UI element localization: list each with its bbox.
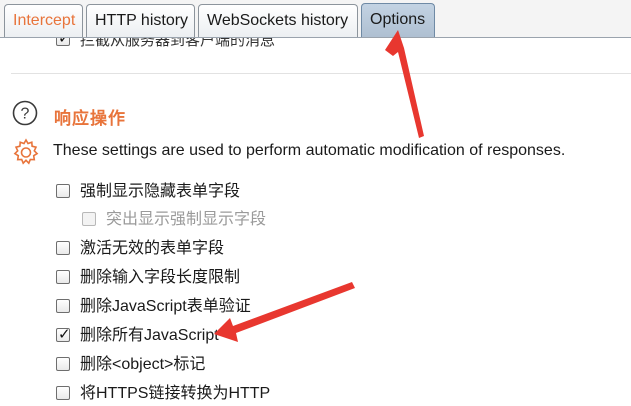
option-label: 强制显示隐藏表单字段 (80, 183, 241, 200)
option-label: 激活无效的表单字段 (80, 240, 225, 257)
option-label: 删除所有JavaScript (80, 327, 219, 344)
checkmark-icon: ✓ (58, 38, 71, 47)
checkbox (82, 212, 96, 226)
option-label: 删除<object>标记 (80, 356, 206, 373)
section-divider (11, 73, 631, 74)
help-icon[interactable]: ? (12, 100, 38, 126)
svg-text:?: ? (21, 106, 30, 123)
option-label: 删除JavaScript表单验证 (80, 298, 251, 315)
option-label: 将HTTPS链接转换为HTTP (80, 385, 271, 402)
option-intercept-server-responses[interactable]: ✓ 拦截从服务器到客户端的消息 (56, 38, 356, 52)
tab-intercept[interactable]: Intercept (4, 4, 83, 37)
gear-icon[interactable] (11, 137, 41, 167)
tab-options[interactable]: Options (361, 3, 435, 38)
option-label: 拦截从服务器到客户端的消息 (80, 38, 276, 49)
checkbox[interactable] (56, 299, 70, 313)
section-title: 响应操作 (54, 109, 126, 128)
checkmark-icon: ✓ (58, 326, 71, 343)
checkbox[interactable] (56, 184, 70, 198)
tab-http-history[interactable]: HTTP history (86, 4, 195, 37)
option-label: 突出显示强制显示字段 (106, 211, 267, 228)
checkbox[interactable] (56, 270, 70, 284)
checkbox[interactable]: ✓ (56, 326, 71, 343)
checkbox[interactable]: ✓ (56, 38, 71, 47)
section-description: These settings are used to perform autom… (53, 142, 566, 159)
arrow-to-options-tab (385, 30, 424, 138)
checkbox[interactable] (56, 386, 70, 400)
checkbox[interactable] (56, 241, 70, 255)
option-label: 删除输入字段长度限制 (80, 269, 241, 286)
tab-websockets-history[interactable]: WebSockets history (198, 4, 358, 37)
checkbox[interactable] (56, 357, 70, 371)
tab-bar: Intercept HTTP history WebSockets histor… (0, 0, 631, 38)
